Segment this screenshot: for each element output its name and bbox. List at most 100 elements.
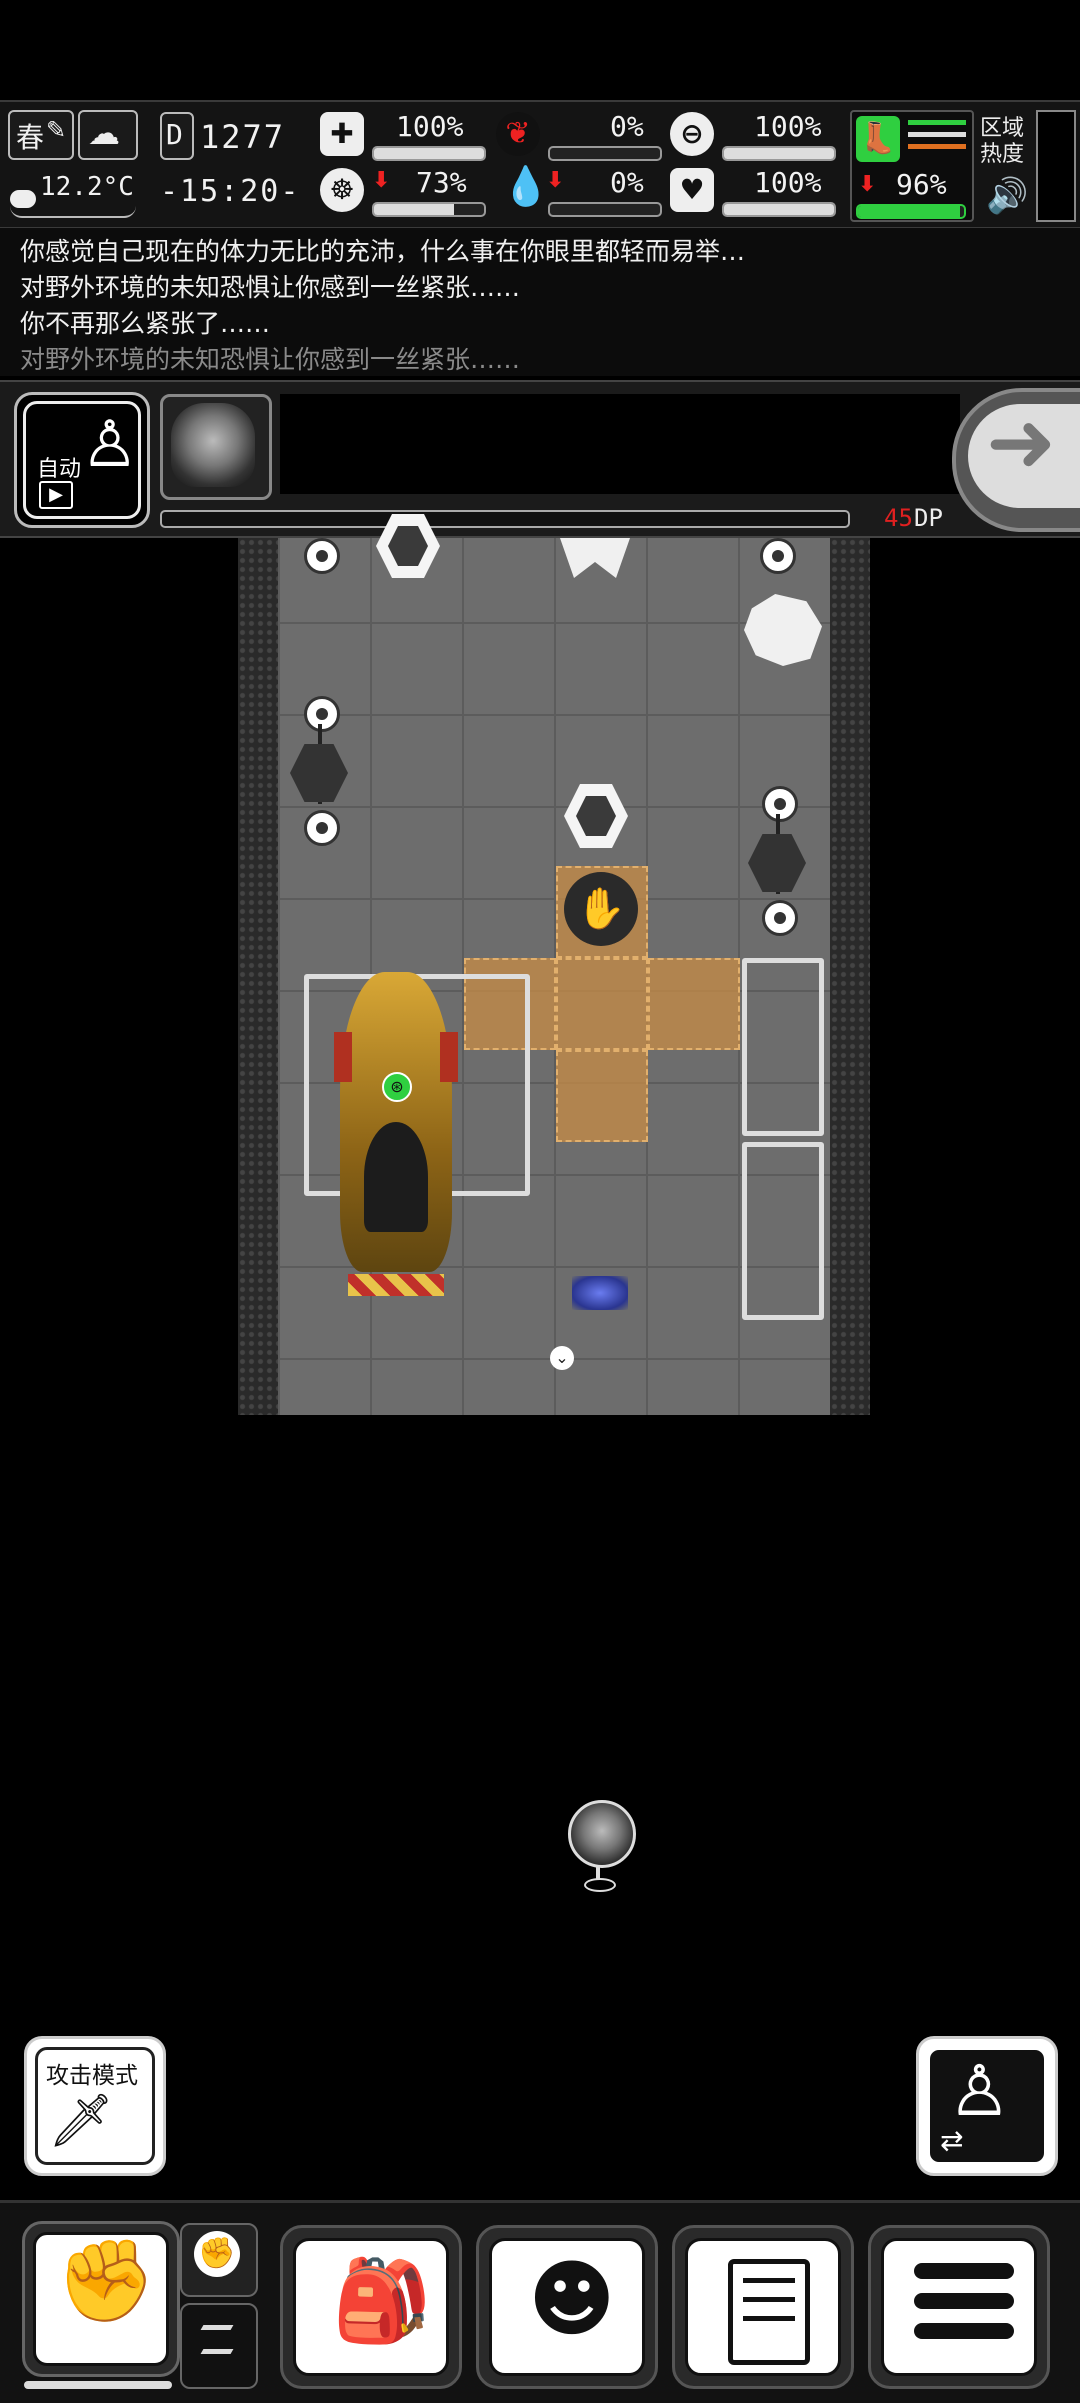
leg-status-line-2	[908, 132, 966, 137]
sanity-bar	[372, 202, 486, 217]
soldier-stance-icon: ♙	[948, 2050, 1011, 2132]
target-info-area	[280, 394, 960, 494]
medkit-icon: ✚	[320, 112, 364, 156]
dash-icon	[200, 2349, 234, 2354]
attack-mode-button[interactable]: 攻击模式 🗡	[24, 2036, 166, 2176]
leg-bar	[856, 204, 966, 219]
mutant-hand-icon: ✊	[56, 2234, 156, 2327]
brain-icon: ☸	[320, 168, 364, 212]
health-value: 100%	[396, 110, 464, 143]
stomach-bar	[548, 146, 662, 161]
sanity-value: 73%	[416, 166, 467, 199]
left-wall	[238, 538, 278, 1415]
log-line: 你感觉自己现在的体力无比的充沛，什么事在你眼里都轻而易举…	[20, 237, 746, 266]
dp-unit: DP	[914, 504, 943, 532]
vehicle-cockpit	[364, 1122, 428, 1232]
sanity-down-arrow: ⬇	[372, 168, 391, 193]
vehicle-fin	[440, 1032, 458, 1082]
region-heat-label: 区域热度	[980, 116, 1025, 167]
chevron-down-icon[interactable]: ⌄	[550, 1346, 574, 1370]
temperature-panel: 12.2°C	[10, 168, 136, 218]
blood-down-arrow: ⬇	[546, 168, 565, 193]
list-menu-icon	[914, 2263, 1014, 2339]
day-time-panel: D 1277 -15:20-	[156, 110, 302, 220]
barrier-post[interactable]	[762, 900, 798, 936]
barrier-post[interactable]	[304, 696, 340, 732]
leg-status-line-1	[908, 120, 966, 125]
boot-icon: 👢	[856, 116, 900, 162]
attack-mode-label: 攻击模式	[46, 2063, 138, 2089]
parking-frame	[742, 958, 824, 1136]
heart-icon: ♥	[670, 168, 714, 212]
message-log: 你感觉自己现在的体力无比的充沛，什么事在你眼里都轻而易举… 对野外环境的未知恐惧…	[0, 228, 1080, 376]
stamina-bar	[722, 146, 836, 161]
mood-value: 100%	[754, 166, 822, 199]
stomach-icon: ❦	[496, 112, 540, 156]
partly-cloudy-icon: ☁	[88, 114, 120, 152]
move-tile[interactable]	[556, 958, 648, 1050]
feather-icon: ✎	[46, 116, 67, 144]
armored-vehicle[interactable]: ⊛	[334, 972, 458, 1304]
barrier-post[interactable]	[762, 786, 798, 822]
log-line: 你不再那么紧张了……	[20, 309, 271, 338]
day-counter: 1277	[200, 118, 286, 156]
player-marker[interactable]	[566, 1800, 636, 1892]
character-portrait[interactable]	[160, 394, 272, 500]
action-bar: 自动 ▶ ♙ 45 DP ➜	[0, 380, 1080, 538]
day-prefix: D	[166, 118, 183, 151]
leg-panel: 👢 ⬇ 96%	[850, 110, 974, 222]
log-line: 对野外环境的未知恐惧让你感到一丝紧张……	[20, 345, 521, 374]
barrier-post[interactable]	[304, 810, 340, 846]
hand-grab-icon[interactable]: ✋	[564, 872, 638, 946]
equipment-slot-button[interactable]: ✊	[180, 2223, 258, 2297]
next-turn-button[interactable]: ➜	[952, 388, 1080, 532]
character-menu-button[interactable]: ✊	[22, 2221, 180, 2377]
notebook-icon	[728, 2259, 810, 2365]
clock: -15:20-	[160, 174, 301, 209]
weather-badge: ☁	[78, 110, 138, 160]
health-bar	[372, 146, 486, 161]
move-tile[interactable]	[556, 1050, 648, 1142]
backpack-button[interactable]: 🎒	[280, 2225, 462, 2389]
vehicle-fin	[334, 1032, 352, 1082]
fist-icon: ✊	[194, 2231, 240, 2277]
character-xp-bar	[24, 2381, 172, 2389]
mood-bar	[722, 202, 836, 217]
season-badge: 春 ✎	[8, 110, 74, 160]
quick-slot-button[interactable]	[180, 2303, 258, 2389]
leg-status-line-3	[908, 144, 966, 149]
steering-wheel-icon[interactable]: ⊛	[382, 1072, 412, 1102]
game-map[interactable]: ✋ ⊛ ⌄	[238, 514, 870, 1415]
speaker-icon[interactable]: 🔊	[986, 176, 1028, 216]
blood-bar	[548, 202, 662, 217]
dp-value: 45	[884, 504, 913, 532]
bottom-nav: ✊ ✊ 🎒 ☻	[0, 2200, 1080, 2403]
right-wall	[830, 538, 870, 1415]
stance-switch-button[interactable]: ♙ ⇄	[916, 2036, 1058, 2176]
barrier-post[interactable]	[304, 538, 340, 574]
auto-mode-button[interactable]: 自动 ▶ ♙	[14, 392, 150, 528]
brain-head-icon: ☻	[528, 2250, 616, 2348]
leg-down-arrow: ⬇	[858, 172, 877, 197]
stomach-value: 0%	[610, 110, 644, 143]
skills-button[interactable]: ☻	[476, 2225, 658, 2389]
stamina-value: 100%	[754, 110, 822, 143]
play-icon: ▶	[39, 481, 73, 509]
blood-value: 0%	[610, 166, 644, 199]
soldier-icon: ♙	[81, 408, 139, 482]
auto-label: 自动	[37, 457, 82, 482]
portrait-face	[171, 403, 255, 487]
log-line: 对野外环境的未知恐惧让你感到一丝紧张……	[20, 273, 521, 302]
capsule-icon: ⊖	[670, 112, 714, 156]
barrier-post[interactable]	[760, 538, 796, 574]
journal-button[interactable]	[672, 2225, 854, 2389]
parking-frame	[742, 1142, 824, 1320]
action-progress-bar	[160, 510, 850, 528]
backpack-icon: 🎒	[332, 2254, 432, 2347]
status-bar: 春 ✎ ☁ 12.2°C D 1277 -15:20- ✚ 100% ❦ 0% …	[0, 100, 1080, 229]
move-tile[interactable]	[648, 958, 740, 1050]
main-menu-button[interactable]	[868, 2225, 1050, 2389]
vehicle-bumper	[348, 1274, 444, 1296]
glowing-item[interactable]	[572, 1276, 628, 1310]
leg-value: 96%	[896, 168, 947, 201]
